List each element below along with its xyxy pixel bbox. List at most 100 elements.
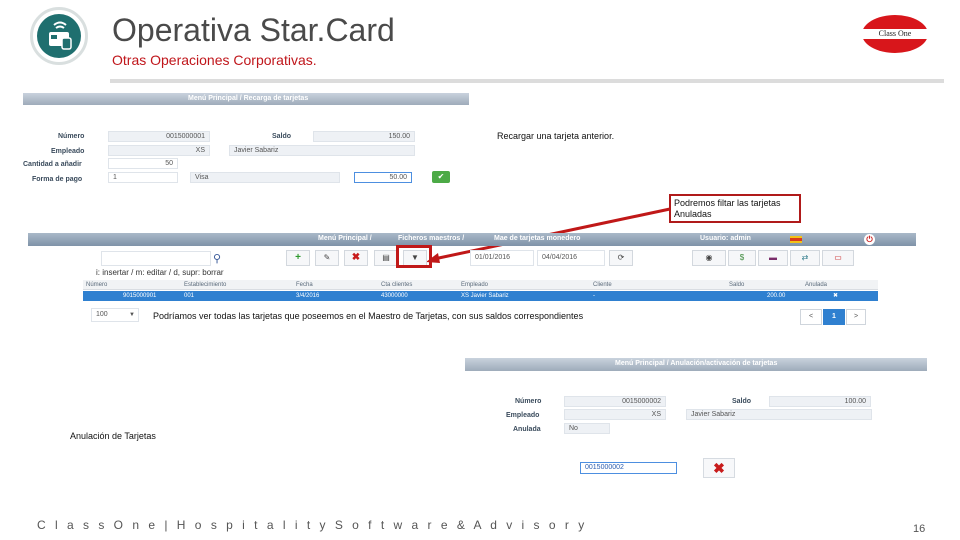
- recarga-cantidad-field[interactable]: 50: [108, 158, 178, 169]
- eye-icon: ◉: [705, 253, 713, 262]
- card-wifi-icon: [49, 21, 72, 50]
- filter-callout: Podremos filtar las tarjetas Anuladas: [669, 194, 801, 223]
- brand-logo-text: Class One: [862, 29, 928, 39]
- anulacion-breadcrumb: Menú Principal / Anulación/activación de…: [615, 360, 778, 367]
- note-anulacion: Anulación de Tarjetas: [70, 431, 156, 441]
- delete-button[interactable]: ✖: [344, 250, 368, 266]
- edit-button[interactable]: ✎: [315, 250, 339, 266]
- class-one-logo: Class One: [862, 15, 928, 53]
- star-card-logo: [30, 7, 88, 65]
- note-ver-todas: Podríamos ver todas las tarjetas que pos…: [153, 311, 584, 321]
- recarga-empleado-name-field: Javier Sabariz: [229, 145, 415, 156]
- recharge-button[interactable]: $: [728, 250, 756, 266]
- card-icon: ▬: [769, 253, 777, 262]
- recarga-importe-field[interactable]: 50.00: [354, 172, 412, 183]
- recarga-forma-pago-code-field[interactable]: 1: [108, 172, 178, 183]
- column-fecha[interactable]: Fecha: [296, 280, 313, 290]
- filter-callout-line2: Anuladas: [674, 209, 712, 219]
- note-recargar: Recargar una tarjeta anterior.: [497, 131, 615, 141]
- export-button[interactable]: ▤: [374, 250, 398, 266]
- page-number: 16: [913, 523, 926, 535]
- date-from-field[interactable]: 01/01/2016: [470, 250, 534, 266]
- cell-saldo: 200.00: [767, 293, 786, 299]
- filter-callout-line1: Podremos filtar las tarjetas: [674, 198, 781, 208]
- x-icon: ✖: [713, 460, 725, 476]
- refresh-button[interactable]: ⟳: [609, 250, 633, 266]
- anulacion-saldo-field: 100.00: [769, 396, 871, 407]
- tarjetas-breadcrumb-current: Mae de tarjetas monedero: [494, 235, 581, 242]
- filter-highlight: [396, 245, 432, 268]
- cell-fecha: 3/4/2016: [296, 293, 320, 299]
- cancel-card-button[interactable]: ▭: [822, 250, 854, 266]
- anulacion-anulada-field: No: [564, 423, 610, 434]
- header-divider: [110, 79, 944, 83]
- recarga-ok-button[interactable]: ✔: [432, 171, 450, 183]
- recarga-breadcrumb-bar: Menú Principal / Recarga de tarjetas: [23, 93, 469, 105]
- plus-icon: +: [295, 252, 301, 263]
- tarjetas-usuario: Usuario: admin: [700, 235, 751, 242]
- anulacion-empleado-label: Empleado: [506, 412, 540, 419]
- anulacion-numero-input[interactable]: 0015000002: [580, 462, 677, 474]
- recarga-forma-pago-label: Forma de pago: [32, 176, 83, 183]
- card-button[interactable]: ▬: [758, 250, 788, 266]
- chevron-down-icon: ▼: [129, 312, 135, 318]
- anulacion-empleado-code-field: XS: [564, 409, 666, 420]
- footer-text: C l a s s O n e | H o s p i t a l i t y …: [37, 518, 588, 532]
- keyboard-help: i: insertar / m: editar / d, supr: borra…: [96, 268, 224, 277]
- column-cta-clientes[interactable]: Cta clientes: [381, 280, 412, 290]
- cell-numero: 9015000901: [123, 293, 157, 299]
- view-button[interactable]: ◉: [692, 250, 726, 266]
- column-numero[interactable]: Número: [86, 280, 107, 290]
- transfer-button[interactable]: ⇄: [790, 250, 820, 266]
- anulacion-empleado-name-field: Javier Sabariz: [686, 409, 872, 420]
- recarga-forma-pago-name-field: Visa: [190, 172, 340, 183]
- cell-anulada: ✖: [833, 293, 839, 299]
- recarga-cantidad-label: Cantidad a añadir: [23, 161, 82, 168]
- check-icon: ✔: [437, 172, 445, 181]
- recarga-saldo-label: Saldo: [272, 133, 292, 140]
- column-establecimiento[interactable]: Establecimiento: [184, 280, 226, 290]
- pager-next[interactable]: >: [846, 309, 866, 325]
- recarga-empleado-code-field[interactable]: XS: [108, 145, 210, 156]
- cell-empleado: XS Javier Sabariz: [461, 293, 509, 299]
- cell-cta: 43000000: [381, 293, 408, 299]
- recarga-numero-label: Número: [58, 133, 85, 140]
- table-row[interactable]: 9015000901 001 3/4/2016 43000000 XS Javi…: [83, 291, 878, 301]
- cancel-card-icon: ▭: [834, 253, 842, 262]
- tarjetas-search-input[interactable]: [101, 251, 211, 266]
- pencil-icon: ✎: [323, 253, 331, 262]
- transfer-icon: ⇄: [801, 253, 809, 262]
- pager-prev[interactable]: <: [800, 309, 822, 325]
- anulacion-cancel-button[interactable]: ✖: [703, 458, 735, 478]
- recarga-saldo-field: 150.00: [313, 131, 415, 142]
- money-icon: $: [739, 253, 745, 262]
- page-size-value: 100: [96, 311, 108, 318]
- recarga-numero-field[interactable]: 0015000001: [108, 131, 210, 142]
- tarjetas-breadcrumb-maestros[interactable]: Ficheros maestros /: [398, 233, 464, 245]
- tarjetas-breadcrumb-menu[interactable]: Menú Principal /: [318, 233, 372, 245]
- refresh-icon: ⟳: [617, 253, 625, 262]
- column-empleado[interactable]: Empleado: [461, 280, 488, 290]
- anulacion-numero-label: Número: [515, 398, 542, 405]
- recarga-empleado-label: Empleado: [51, 148, 85, 155]
- pager-page-1[interactable]: 1: [823, 309, 845, 325]
- date-to-field[interactable]: 04/04/2016: [537, 250, 605, 266]
- anulacion-numero-field[interactable]: 0015000002: [564, 396, 666, 407]
- search-icon[interactable]: ⚲: [213, 252, 221, 265]
- column-saldo[interactable]: Saldo: [729, 280, 744, 290]
- anulacion-anulada-label: Anulada: [513, 426, 541, 433]
- cell-establecimiento: 001: [184, 293, 195, 299]
- recarga-breadcrumb: Menú Principal / Recarga de tarjetas: [188, 95, 309, 102]
- anulacion-breadcrumb-bar: Menú Principal / Anulación/activación de…: [465, 358, 927, 371]
- document-icon: ▤: [382, 253, 390, 262]
- logout-icon[interactable]: ⏻: [864, 234, 875, 245]
- column-cliente[interactable]: Cliente: [593, 280, 612, 290]
- anulacion-saldo-label: Saldo: [732, 398, 752, 405]
- spanish-flag-icon[interactable]: [790, 236, 802, 243]
- page-subtitle: Otras Operaciones Corporativas.: [112, 52, 317, 68]
- cell-cliente: -: [593, 293, 595, 299]
- add-button[interactable]: +: [286, 250, 310, 266]
- page-size-select[interactable]: 100 ▼: [91, 308, 139, 322]
- tarjetas-table-header: Número Establecimiento Fecha Cta cliente…: [83, 280, 878, 290]
- column-anulada[interactable]: Anulada: [805, 280, 827, 290]
